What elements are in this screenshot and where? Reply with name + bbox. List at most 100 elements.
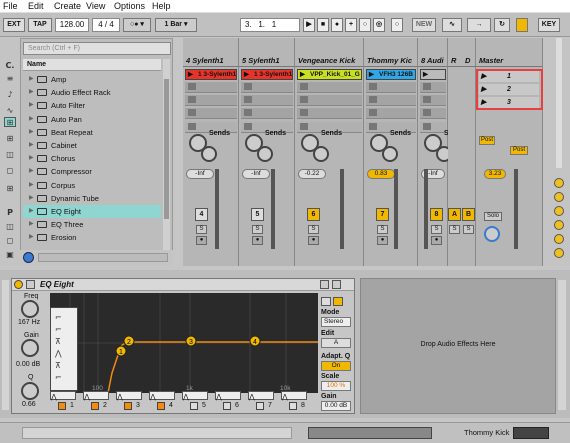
expand-triangle-icon[interactable]: ▶	[29, 126, 34, 139]
stop-clips-icon[interactable]	[423, 123, 431, 130]
band-filter-type-dropdown[interactable]: ⋀	[215, 391, 241, 401]
stop-slot-icon[interactable]	[369, 83, 377, 90]
stop-clips-icon[interactable]	[188, 123, 196, 130]
browser-item[interactable]: ▶ Auto Pan	[23, 113, 161, 126]
play-icon[interactable]: ▶	[188, 70, 193, 79]
browser-item[interactable]: ▶ Amp	[23, 73, 161, 86]
expand-triangle-icon[interactable]: ▶	[29, 218, 34, 231]
expand-triangle-icon[interactable]: ▶	[29, 205, 34, 218]
preview-waveform[interactable]	[38, 253, 168, 262]
overview-minimap[interactable]	[308, 427, 432, 439]
browser-item[interactable]: ▶ Erosion	[23, 231, 161, 244]
arm-button[interactable]: ●	[252, 236, 263, 245]
scale-value[interactable]: 100 %	[321, 381, 351, 391]
play-icon[interactable]: ▶	[423, 70, 428, 79]
freq-knob[interactable]	[21, 300, 39, 318]
loop-button[interactable]: ↻	[494, 18, 510, 32]
solo-button[interactable]: S	[431, 225, 442, 234]
gain-value[interactable]: 0.00 dB	[16, 361, 40, 368]
samples-icon[interactable]: ⊞	[4, 184, 16, 194]
volume-value[interactable]: -Inf	[242, 169, 270, 179]
menu-file[interactable]: File	[3, 0, 18, 12]
empty-clip-slot[interactable]	[297, 95, 362, 106]
send-b-knob[interactable]	[382, 146, 398, 162]
expand-icon[interactable]	[321, 297, 331, 306]
drop-effects-zone[interactable]: Drop Audio Effects Here	[360, 278, 556, 414]
menu-create[interactable]: Create	[54, 0, 81, 12]
track-title[interactable]: Thommy Kic	[364, 55, 417, 67]
return-b-activator[interactable]: B	[462, 208, 475, 221]
return-a-title[interactable]: R	[448, 55, 462, 67]
time-signature-field[interactable]: 4 / 4	[92, 18, 120, 32]
follow-button[interactable]: →	[467, 18, 491, 32]
drums-icon[interactable]: ♪	[4, 90, 16, 100]
eq-point-2[interactable]: 2	[123, 335, 135, 347]
band-toggle[interactable]	[190, 402, 198, 410]
device-hotswap-icon[interactable]	[332, 280, 341, 289]
search-input[interactable]: Search (Ctrl + F)	[23, 42, 171, 55]
stop-slot-icon[interactable]	[188, 109, 196, 116]
browser-item[interactable]: ▶ Cabinet	[23, 139, 161, 152]
band-toggle[interactable]	[157, 402, 165, 410]
arm-button[interactable]: ●	[308, 236, 319, 245]
menu-help[interactable]: Help	[152, 0, 171, 12]
q-knob[interactable]	[21, 382, 39, 400]
packs-icon[interactable]: ◫	[4, 222, 16, 232]
browser-item[interactable]: ▶ Beat Repeat	[23, 126, 161, 139]
band-filter-type-dropdown[interactable]: ⋀	[281, 391, 307, 401]
band-toggle[interactable]	[124, 402, 132, 410]
eq-point-1[interactable]: 1	[115, 345, 127, 357]
crossfader-toggle-icon[interactable]	[554, 234, 564, 244]
browser-item[interactable]: ▶ EQ Eight	[23, 205, 161, 218]
mixer-toggle-icon[interactable]	[554, 220, 564, 230]
expand-triangle-icon[interactable]: ▶	[29, 152, 34, 165]
expand-triangle-icon[interactable]: ▶	[29, 99, 34, 112]
gain-knob[interactable]	[21, 339, 39, 357]
q-value[interactable]: 0.66	[22, 401, 36, 408]
empty-clip-slot[interactable]	[420, 82, 446, 93]
browser-item[interactable]: ▶ Chorus	[23, 152, 161, 165]
user-library-icon[interactable]: ◻	[4, 236, 16, 246]
master-title[interactable]: Master	[476, 55, 542, 67]
empty-clip-slot[interactable]	[185, 108, 237, 119]
record-button[interactable]: ●	[331, 18, 343, 32]
empty-clip-slot[interactable]	[366, 95, 416, 106]
band-filter-type-dropdown[interactable]: ⋀	[83, 391, 109, 401]
send-b-knob[interactable]	[257, 146, 273, 162]
empty-clip-slot[interactable]	[241, 95, 293, 106]
metronome-button[interactable]: ○● ▾	[123, 18, 151, 32]
stop-slot-icon[interactable]	[423, 83, 431, 90]
post-button[interactable]: Post	[479, 136, 495, 145]
eq-point-3[interactable]: 3	[185, 335, 197, 347]
browser-item[interactable]: ▶ Dynamic Tube	[23, 192, 161, 205]
play-icon[interactable]: ▶	[369, 70, 374, 79]
empty-clip-slot[interactable]	[241, 108, 293, 119]
solo-button[interactable]: S	[377, 225, 388, 234]
headphones-icon[interactable]	[333, 297, 343, 306]
solo-button[interactable]: S	[196, 225, 207, 234]
sends-toggle-icon[interactable]	[554, 192, 564, 202]
send-b-knob[interactable]	[313, 146, 329, 162]
band-toggle[interactable]	[223, 402, 231, 410]
output-gain-value[interactable]: 0.00 dB	[321, 401, 351, 411]
track-activator[interactable]: 8	[430, 208, 443, 221]
band-toggle[interactable]	[91, 402, 99, 410]
scene-play-icon[interactable]: ▶	[481, 71, 486, 82]
returns-toggle-icon[interactable]	[554, 206, 564, 216]
return-b-title[interactable]: D	[462, 55, 476, 67]
empty-clip-slot[interactable]	[241, 82, 293, 93]
browser-item[interactable]: ▶ Audio Effect Rack	[23, 86, 161, 99]
clip-slot[interactable]: ▶ 1 3-Sylenth1	[241, 69, 293, 80]
empty-clip-slot[interactable]	[297, 82, 362, 93]
cue-volume-knob[interactable]	[484, 226, 500, 242]
scene-play-icon[interactable]: ▶	[481, 84, 486, 95]
scene-play-icon[interactable]: ▶	[481, 97, 486, 108]
quantization-dropdown[interactable]: 1 Bar ▾	[155, 18, 197, 32]
clip-slot[interactable]: ▶ 1 3-Sylenth1	[185, 69, 237, 80]
edit-a-button[interactable]: A	[321, 338, 351, 348]
scene-launch[interactable]: ▶ 1	[479, 71, 539, 82]
stop-slot-icon[interactable]	[300, 83, 308, 90]
track-activator[interactable]: 4	[195, 208, 208, 221]
stop-slot-icon[interactable]	[369, 109, 377, 116]
expand-triangle-icon[interactable]: ▶	[29, 192, 34, 205]
